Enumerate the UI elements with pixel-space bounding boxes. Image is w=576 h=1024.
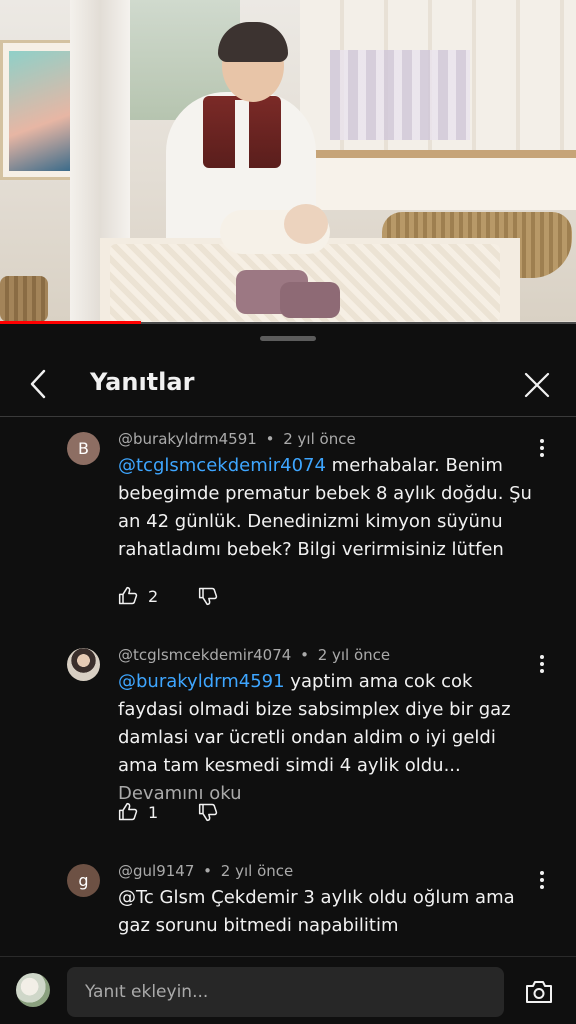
reply-meta: @gul9147 • 2 yıl önce: [118, 862, 293, 880]
more-vertical-icon: [540, 655, 544, 673]
meta-separator: •: [265, 430, 275, 448]
user-avatar: [16, 973, 50, 1007]
dislike-button[interactable]: [198, 802, 218, 822]
reply-actions: 2: [118, 584, 218, 608]
reply-text: @burakyldrm4591 yaptim ama cok cok fayda…: [118, 668, 538, 808]
avatar-letter: g: [78, 871, 89, 890]
chevron-left-icon: [30, 369, 46, 399]
reply-meta: @tcglsmcekdemir4074 • 2 yıl önce: [118, 646, 390, 664]
reply-text: @tcglsmcekdemir4074 merhabalar. Benim be…: [118, 452, 538, 564]
reply-author[interactable]: @tcglsmcekdemir4074: [118, 646, 291, 664]
like-button[interactable]: 2: [118, 586, 158, 606]
avatar[interactable]: [67, 648, 100, 681]
video-player[interactable]: [0, 0, 576, 322]
sheet-header: Yanıtlar: [0, 354, 576, 414]
mention-link[interactable]: @burakyldrm4591: [118, 671, 285, 692]
like-count: 1: [148, 802, 159, 822]
dislike-button[interactable]: [198, 586, 218, 606]
close-button[interactable]: [518, 366, 556, 404]
reply-author[interactable]: @gul9147: [118, 862, 194, 880]
video-clothing-racks: [330, 50, 470, 140]
more-vertical-icon: [540, 439, 544, 457]
reply-time: 2 yıl önce: [220, 862, 294, 880]
like-count: 2: [148, 586, 159, 606]
reply-composer: Yanıt ekleyin...: [0, 956, 576, 1024]
replies-sheet: Yanıtlar B @burakyldrm4591 • 2 yıl önce …: [0, 324, 576, 1024]
thumbs-down-icon: [199, 803, 218, 822]
meta-separator: •: [203, 862, 213, 880]
mention-link[interactable]: @tcglsmcekdemir4074: [118, 455, 326, 476]
camera-icon: [526, 981, 552, 1003]
reply-actions: 1: [118, 800, 218, 824]
like-button[interactable]: 1: [118, 802, 158, 822]
back-button[interactable]: [20, 366, 56, 402]
video-back-table: [310, 150, 576, 210]
thumbs-down-icon: [199, 587, 218, 606]
close-icon: [524, 372, 550, 398]
thumbs-up-icon: [118, 586, 138, 605]
meta-separator: •: [300, 646, 309, 664]
sheet-title: Yanıtlar: [90, 368, 195, 396]
camera-button[interactable]: [522, 975, 556, 1009]
thumbs-up-icon: [118, 802, 138, 821]
header-divider: [0, 416, 576, 417]
reply-text: @Tc Glsm Çekdemir 3 aylık oldu oğlum ama…: [118, 887, 515, 936]
reply-time: 2 yıl önce: [317, 646, 391, 664]
sheet-drag-handle[interactable]: [260, 336, 316, 341]
reply-input[interactable]: Yanıt ekleyin...: [67, 967, 504, 1017]
reply-meta: @burakyldrm4591 • 2 yıl önce: [118, 430, 356, 448]
reply-author[interactable]: @burakyldrm4591: [118, 430, 257, 448]
avatar-letter: B: [78, 439, 89, 458]
avatar[interactable]: B: [67, 432, 100, 465]
video-wall-picture: [0, 40, 80, 180]
more-vertical-icon: [540, 871, 544, 889]
reply-time: 2 yıl önce: [283, 430, 356, 448]
avatar[interactable]: g: [67, 864, 100, 897]
